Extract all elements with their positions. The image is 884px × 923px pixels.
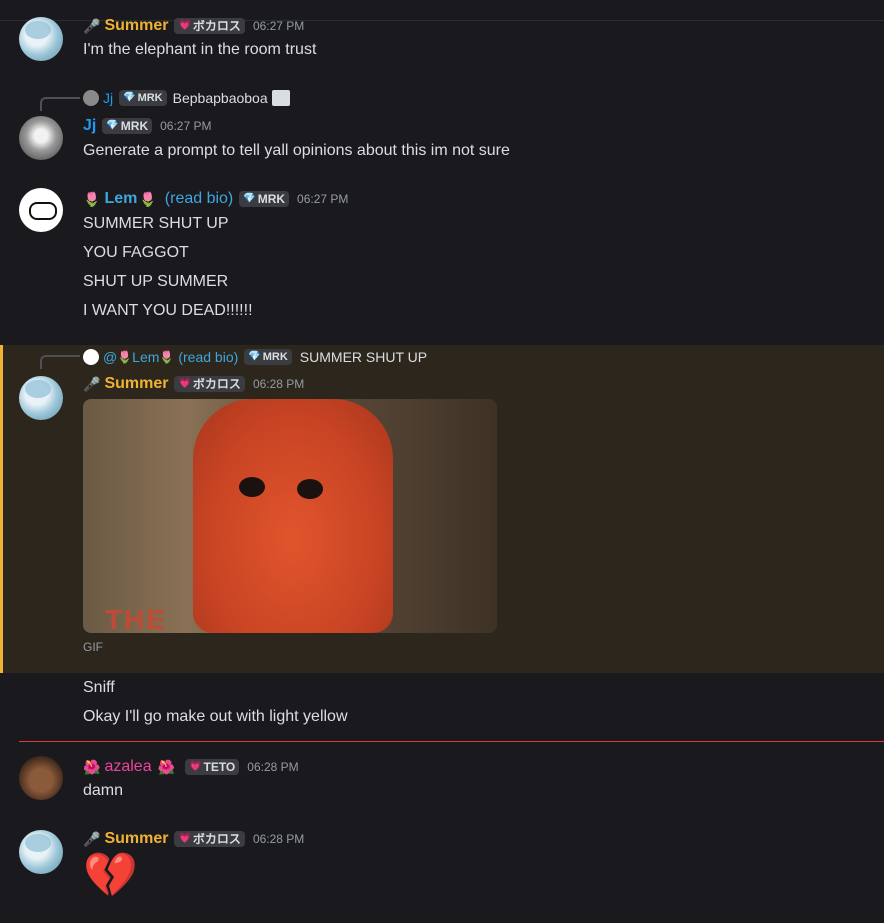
role-tag-label: ボカロス: [192, 19, 241, 33]
message-header: 🎤 Summer 💗 ボカロス 06:28 PM: [83, 374, 304, 394]
reply-author: Jj: [103, 90, 114, 106]
timestamp[interactable]: 06:27 PM: [160, 116, 211, 136]
heart-icon: 💗: [178, 20, 191, 31]
microphone-icon: 🎤: [83, 18, 101, 34]
gif-label: GIF: [83, 640, 103, 654]
gem-icon: 💎: [248, 351, 261, 362]
gem-icon: 💎: [243, 193, 256, 204]
avatar-face: [29, 202, 57, 220]
username-suffix[interactable]: (read bio): [165, 189, 233, 209]
reply-preview[interactable]: @ 🌷 Lem 🌷 (read bio) 💎 MRK SUMMER SHUT UP: [83, 348, 427, 366]
gif-eye: [297, 479, 323, 499]
reply-mention: @: [103, 349, 118, 365]
heart-icon: 💗: [189, 761, 202, 772]
reply-avatar: [83, 349, 99, 365]
reply-text: SUMMER SHUT UP: [299, 349, 428, 365]
role-tag[interactable]: 💗 ボカロス: [174, 376, 245, 392]
message-text: YOU FAGGOT: [83, 244, 189, 261]
message-text: SUMMER SHUT UP: [83, 215, 229, 232]
timestamp[interactable]: 06:28 PM: [247, 757, 298, 777]
heart-icon: 💗: [178, 378, 191, 389]
role-tag-label: MRK: [120, 119, 149, 133]
avatar[interactable]: [19, 756, 63, 800]
reply-role-tag: 💎 MRK: [244, 349, 292, 365]
role-tag[interactable]: 💗 ボカロス: [174, 831, 245, 847]
gif-attachment[interactable]: THE: [83, 399, 497, 633]
image-icon: [271, 90, 290, 106]
reply-avatar: [83, 90, 99, 106]
avatar[interactable]: [19, 188, 63, 232]
username[interactable]: Summer: [104, 374, 168, 394]
hibiscus-icon: 🌺: [83, 759, 101, 775]
tulip-icon: 🌷: [139, 191, 157, 207]
timestamp[interactable]: 06:28 PM: [253, 829, 304, 849]
role-tag-label: MRK: [257, 192, 286, 206]
role-tag[interactable]: 💎 MRK: [102, 118, 153, 134]
tulip-icon: 🌷: [159, 350, 175, 364]
role-tag[interactable]: 💗 ボカロス: [174, 18, 245, 34]
new-messages-divider: [19, 741, 884, 742]
message-header: 🎤 Summer 💗 ボカロス 06:27 PM: [83, 16, 304, 36]
avatar[interactable]: [19, 376, 63, 420]
username[interactable]: Jj: [83, 116, 96, 136]
microphone-icon: 🎤: [83, 376, 101, 392]
reply-author: Lem: [132, 349, 160, 365]
tulip-icon: 🌷: [117, 350, 133, 364]
reply-role-tag: 💎 MRK: [119, 90, 167, 106]
role-tag-label: TETO: [203, 760, 236, 774]
gif-figure: [193, 399, 393, 633]
avatar[interactable]: [19, 17, 63, 61]
reply-connector: [40, 355, 80, 369]
gem-icon: 💎: [106, 120, 119, 131]
username[interactable]: Summer: [104, 16, 168, 36]
timestamp[interactable]: 06:27 PM: [297, 189, 348, 209]
reply-author-suffix: (read bio): [178, 349, 239, 365]
microphone-icon: 🎤: [83, 831, 101, 847]
message-text: damn: [83, 782, 124, 799]
reply-preview[interactable]: Jj 💎 MRK Bepbapbaoboa: [83, 89, 290, 107]
timestamp[interactable]: 06:28 PM: [253, 374, 304, 394]
message-header: Jj 💎 MRK 06:27 PM: [83, 116, 212, 136]
heart-icon: 💗: [178, 833, 191, 844]
gif-eye: [239, 477, 265, 497]
timestamp[interactable]: 06:27 PM: [253, 16, 304, 36]
username[interactable]: Summer: [104, 829, 168, 849]
message-header: 🌷 Lem 🌷 (read bio) 💎 MRK 06:27 PM: [83, 189, 348, 209]
message-header: 🌺 azalea 🌺 💗 TETO 06:28 PM: [83, 757, 299, 777]
message-text: Generate a prompt to tell yall opinions …: [83, 142, 510, 159]
username[interactable]: Lem: [104, 189, 137, 209]
avatar[interactable]: [19, 116, 63, 160]
reply-text: Bepbapbaoboa: [172, 90, 268, 106]
message-header: 🎤 Summer 💗 ボカロス 06:28 PM: [83, 829, 304, 849]
reply-connector: [40, 97, 80, 111]
gif-caption-text: THE: [105, 604, 167, 633]
avatar[interactable]: [19, 830, 63, 874]
role-tag-label: ボカロス: [192, 832, 241, 846]
reply-role-tag-label: MRK: [137, 92, 163, 104]
reply-role-tag-label: MRK: [262, 351, 288, 363]
role-tag[interactable]: 💎 MRK: [239, 191, 290, 207]
broken-heart-icon: 💔: [83, 851, 138, 900]
gem-icon: 💎: [123, 92, 136, 103]
tulip-icon: 🌷: [83, 191, 101, 207]
role-tag-label: ボカロス: [192, 377, 241, 391]
hibiscus-icon: 🌺: [157, 759, 176, 775]
message-text: I WANT YOU DEAD!!!!!!: [83, 302, 253, 319]
username[interactable]: azalea: [104, 757, 151, 777]
message-text: Sniff: [83, 679, 115, 696]
role-tag[interactable]: 💗 TETO: [185, 759, 240, 775]
message-text: I'm the elephant in the room trust: [83, 41, 317, 58]
message-text: Okay I'll go make out with light yellow: [83, 708, 348, 725]
message-text: SHUT UP SUMMER: [83, 273, 229, 290]
